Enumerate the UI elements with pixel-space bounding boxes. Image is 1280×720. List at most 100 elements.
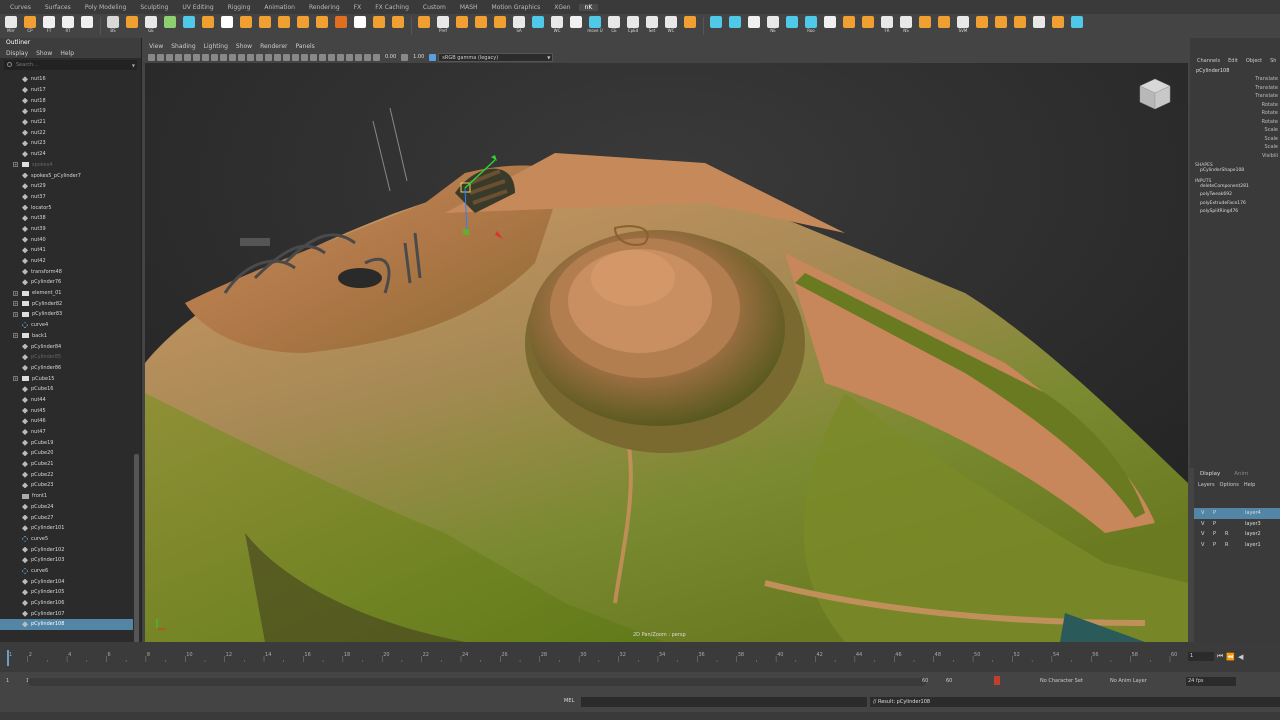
input-node[interactable]: polyTweak692	[1190, 192, 1280, 201]
layer-v-toggle[interactable]: V	[1201, 510, 1205, 516]
outliner-item[interactable]: spokes5_pCylinder7	[0, 170, 133, 181]
outliner-item[interactable]: pCylinder104	[0, 576, 133, 587]
layer-row[interactable]: V P Rlayer1	[1194, 540, 1280, 551]
shelf-button[interactable]: GE	[142, 16, 160, 36]
layer-row[interactable]: V P Rlayer2	[1194, 529, 1280, 540]
shelf-button[interactable]	[726, 16, 744, 36]
outliner-item[interactable]: nut38	[0, 213, 133, 224]
layer-editor-tab[interactable]: Anim	[1234, 471, 1248, 477]
shelf-button[interactable]: Mirr	[2, 16, 20, 36]
shelf-button[interactable]: WC	[548, 16, 566, 36]
shelf-button[interactable]: Set	[643, 16, 661, 36]
wireframe-on-shaded-icon[interactable]	[265, 53, 272, 61]
ambient-occlusion-icon[interactable]	[301, 53, 308, 61]
outliner-item[interactable]: nut46	[0, 416, 133, 427]
shelf-button[interactable]	[275, 16, 293, 36]
shadows-icon[interactable]	[292, 53, 299, 61]
shelf-button[interactable]	[1068, 16, 1086, 36]
outliner-menu-item[interactable]: Help	[60, 50, 74, 57]
outliner-item[interactable]: nut42	[0, 256, 133, 267]
expand-icon[interactable]: +	[13, 301, 18, 307]
channel-box-menu-item[interactable]: Object	[1246, 58, 1262, 64]
channel-attribute[interactable]: Rotate	[1190, 119, 1280, 128]
film-gate-icon[interactable]	[193, 53, 200, 61]
shelf-button[interactable]	[453, 16, 471, 36]
viewport-menu-item[interactable]: Lighting	[204, 43, 228, 50]
layer-p-toggle[interactable]: P	[1213, 510, 1217, 516]
viewport-menu-item[interactable]: Show	[236, 43, 252, 50]
command-language[interactable]: MEL	[564, 698, 574, 704]
outliner-item[interactable]: curve5	[0, 534, 133, 545]
xray-icon[interactable]	[346, 53, 353, 61]
shelf-tab[interactable]: Rigging	[222, 4, 257, 11]
safe-action-icon[interactable]	[229, 53, 236, 61]
outliner-item[interactable]: + pCylinder82	[0, 298, 133, 309]
shelf-button[interactable]	[821, 16, 839, 36]
outliner-item[interactable]: pCylinder85	[0, 352, 133, 363]
channel-attribute[interactable]: Visibili	[1190, 153, 1280, 162]
shelf-button[interactable]: RT	[59, 16, 77, 36]
shelf-button[interactable]	[294, 16, 312, 36]
channel-attribute[interactable]: Scale	[1190, 136, 1280, 145]
outliner-item[interactable]: + element_01	[0, 288, 133, 299]
outliner-item[interactable]: nut18	[0, 95, 133, 106]
shelf-button[interactable]	[218, 16, 236, 36]
outliner-item[interactable]: nut29	[0, 181, 133, 192]
fps-dropdown[interactable]: 24 fps	[1186, 677, 1236, 686]
input-node[interactable]: polySplitRing476	[1190, 209, 1280, 218]
outliner-search-input[interactable]: Search... ▼	[4, 60, 137, 70]
shelf-button[interactable]: WC	[662, 16, 680, 36]
shelf-button[interactable]	[123, 16, 141, 36]
textured-icon[interactable]	[274, 53, 281, 61]
shelf-tab[interactable]: Curves	[4, 4, 37, 11]
depth-of-field-icon[interactable]	[328, 53, 335, 61]
layer-r-toggle[interactable]: R	[1225, 531, 1229, 537]
color-space-dropdown[interactable]: sRGB gamma (legacy) ▼	[438, 52, 554, 62]
shelf-button[interactable]	[707, 16, 725, 36]
outliner-item[interactable]: pCylinder84	[0, 341, 133, 352]
shelf-tab[interactable]: Animation	[258, 4, 301, 11]
safe-title-icon[interactable]	[238, 53, 245, 61]
select-camera-icon[interactable]	[148, 53, 155, 61]
shelf-button[interactable]	[1049, 16, 1067, 36]
exposure-icon[interactable]	[373, 53, 380, 61]
shelf-button[interactable]	[180, 16, 198, 36]
channel-attribute[interactable]: Rotate	[1190, 110, 1280, 119]
anim-layer-dropdown[interactable]: No Anim Layer	[1110, 678, 1147, 684]
gate-mask-icon[interactable]	[211, 53, 218, 61]
outliner-item[interactable]: pCylinder105	[0, 587, 133, 598]
backface-culling-icon[interactable]	[364, 53, 371, 61]
shelf-button[interactable]	[681, 16, 699, 36]
outliner-item[interactable]: pCylinder86	[0, 363, 133, 374]
channel-box-menu-item[interactable]: Sh	[1270, 58, 1276, 64]
shelf-button[interactable]: SVM	[954, 16, 972, 36]
layer-v-toggle[interactable]: V	[1201, 521, 1205, 527]
outliner-item[interactable]: locator5	[0, 202, 133, 213]
layer-v-toggle[interactable]: V	[1201, 531, 1205, 537]
expand-icon[interactable]: +	[13, 162, 18, 168]
outliner-item[interactable]: curve6	[0, 566, 133, 577]
resolution-gate-icon[interactable]	[202, 53, 209, 61]
shelf-button[interactable]	[529, 16, 547, 36]
camera-attributes-icon[interactable]	[157, 53, 164, 61]
outliner-scrollbar[interactable]	[134, 74, 139, 654]
shelf-button[interactable]: CpEd	[624, 16, 642, 36]
outliner-item[interactable]: pCube16	[0, 384, 133, 395]
shelf-button[interactable]	[332, 16, 350, 36]
shelf-tab[interactable]: XGen	[548, 4, 576, 11]
outliner-item[interactable]: curve4	[0, 320, 133, 331]
xray-joints-icon[interactable]	[355, 53, 362, 61]
outliner-item[interactable]: pCylinder76	[0, 277, 133, 288]
channel-box-menu-item[interactable]: Edit	[1228, 58, 1238, 64]
time-ruler[interactable]: 1 2 4 6 8 10 12 14 16 18 20 22 24 26 28 30 32 34 36 38 40 42 4…	[4, 648, 1180, 668]
shelf-button[interactable]	[973, 16, 991, 36]
shelf-button[interactable]: SA	[510, 16, 528, 36]
layer-p-toggle[interactable]: P	[1213, 521, 1217, 527]
outliner-item[interactable]: nut37	[0, 192, 133, 203]
outliner-item[interactable]: pCylinder101	[0, 523, 133, 534]
outliner-item[interactable]: nut41	[0, 245, 133, 256]
channel-attribute[interactable]: Translate	[1190, 85, 1280, 94]
outliner-item[interactable]: pCylinder108	[0, 619, 133, 630]
layer-p-toggle[interactable]: P	[1213, 531, 1217, 537]
shelf-button[interactable]	[840, 16, 858, 36]
